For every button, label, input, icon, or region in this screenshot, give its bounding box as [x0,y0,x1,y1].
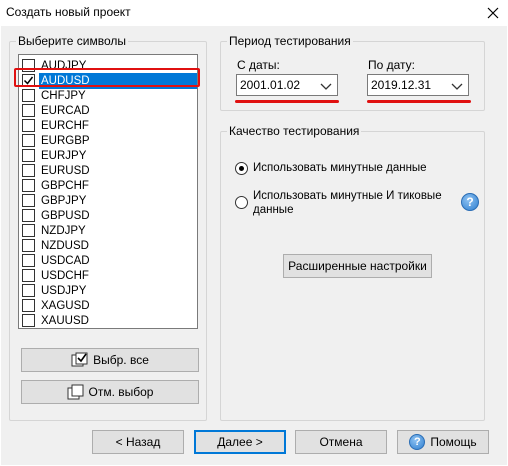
symbol-list-item[interactable]: XAUUSD [22,312,197,328]
symbol-checkbox[interactable] [22,134,35,147]
radio-minute-tick-data-label: Использовать минутные И тиковые данные [253,189,442,217]
select-all-button[interactable]: Выбр. все [21,348,199,372]
radio-minute-data[interactable]: Использовать минутные данные [235,161,427,175]
symbol-checkbox[interactable] [22,314,35,327]
radio-minute-tick-line2: данные [253,204,294,216]
next-button[interactable]: Далее > [194,430,286,454]
symbol-checkbox[interactable] [22,239,35,252]
from-date-combo[interactable]: 2001.01.02 [236,74,338,96]
to-date-label: По дату: [368,58,416,72]
symbol-checkbox[interactable] [22,269,35,282]
checkbox-empty-icon [67,384,84,400]
chevron-down-icon [451,83,463,90]
help-button[interactable]: ? Помощь [397,430,489,454]
help-button-glyph: ? [413,436,421,448]
chevron-down-icon [320,83,332,90]
highlight-box [14,68,200,87]
deselect-button[interactable]: Отм. выбор [21,380,199,404]
from-date-underline [235,100,339,103]
radio-minute-tick-data-circle[interactable] [235,196,248,209]
symbols-list[interactable]: AUDJPY AUDUSD CHFJPY EURCAD EURCHF EURGBP EURJ… [18,54,198,329]
symbol-checkbox[interactable] [22,284,35,297]
symbol-checkbox[interactable] [22,254,35,267]
symbol-checkbox[interactable] [22,104,35,117]
help-icon[interactable]: ? [461,193,479,211]
back-label: < Назад [115,435,161,449]
select-all-label: Выбр. все [93,353,149,367]
title-bar: Создать новый проект [0,0,508,26]
radio-minute-data-circle[interactable] [235,162,248,175]
to-date-underline [367,100,471,103]
symbol-checkbox[interactable] [22,89,35,102]
from-date-label: С даты: [237,58,280,72]
symbol-label: XAUUSD [41,314,89,327]
symbol-checkbox[interactable] [22,179,35,192]
symbol-checkbox[interactable] [22,119,35,132]
next-label: Далее > [217,435,263,449]
symbol-checkbox[interactable] [22,299,35,312]
period-group-title: Период тестирования [227,34,353,48]
advanced-settings-button[interactable]: Расширенные настройки [283,254,432,278]
to-date-combo[interactable]: 2019.12.31 [367,74,469,96]
window-title: Создать новый проект [6,5,131,19]
symbols-group-title: Выберите символы [16,34,129,48]
close-icon [487,7,499,19]
cancel-button[interactable]: Отмена [295,430,387,454]
radio-minute-tick-line1: Использовать минутные И тиковые [253,190,442,202]
deselect-label: Отм. выбор [88,385,154,399]
symbol-checkbox[interactable] [22,164,35,177]
from-date-value: 2001.01.02 [240,78,301,92]
radio-minute-tick-data[interactable]: Использовать минутные И тиковые данные [235,189,442,217]
checkbox-checked-icon [71,352,88,367]
help-label: Помощь [430,435,477,449]
help-icon-glyph: ? [466,195,474,209]
symbol-checkbox[interactable] [22,224,35,237]
radio-dot [239,166,244,171]
radio-minute-data-label: Использовать минутные данные [253,162,427,174]
dialog-body: Выберите символы AUDJPY AUDUSD CHFJPY EURCA… [1,26,507,465]
close-button[interactable] [478,0,508,26]
symbol-checkbox[interactable] [22,194,35,207]
quality-group-title: Качество тестирования [227,124,362,138]
cancel-label: Отмена [319,435,363,449]
help-button-icon: ? [409,434,426,450]
symbol-checkbox[interactable] [22,209,35,222]
advanced-settings-label: Расширенные настройки [288,259,427,273]
back-button[interactable]: < Назад [92,430,184,454]
to-date-value: 2019.12.31 [371,78,432,92]
symbol-checkbox[interactable] [22,149,35,162]
